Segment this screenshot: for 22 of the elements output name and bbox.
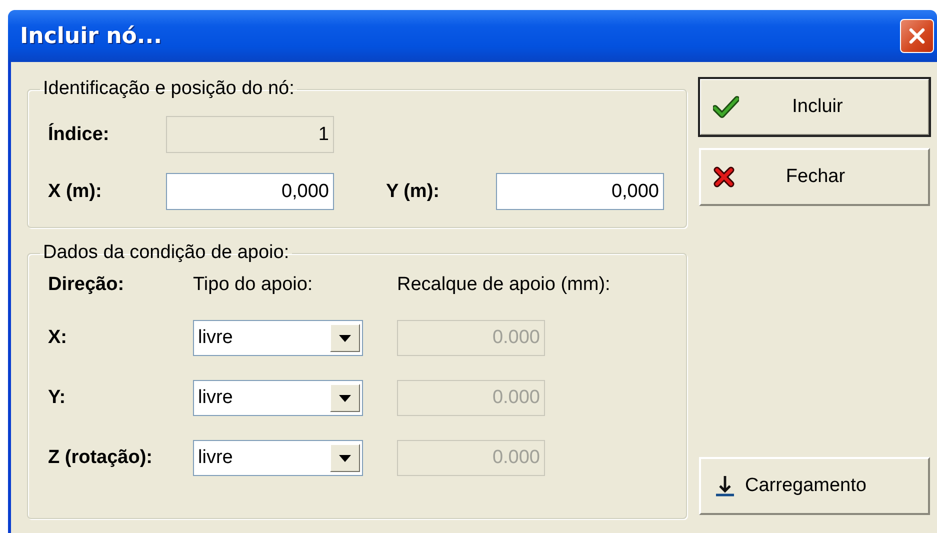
field-label: Y (m): bbox=[386, 180, 440, 202]
x-field[interactable]: 0,000 bbox=[166, 173, 334, 210]
group-legend: Dados da condição de apoio: bbox=[40, 242, 292, 264]
close-icon bbox=[908, 27, 926, 45]
row-label: X: bbox=[48, 327, 68, 349]
close-dialog-button[interactable]: Fechar bbox=[699, 148, 930, 206]
field-label: X (m): bbox=[48, 180, 103, 202]
checkmark-icon bbox=[713, 96, 739, 118]
y-field[interactable]: 0,000 bbox=[496, 173, 664, 210]
group-legend: Identificação e posição do nó: bbox=[40, 78, 298, 100]
x-mark-icon bbox=[713, 166, 735, 188]
row-label: Z (rotação): bbox=[48, 447, 154, 469]
column-header: Tipo do apoio: bbox=[193, 274, 314, 296]
column-header: Recalque de apoio (mm): bbox=[397, 274, 610, 296]
load-button[interactable]: Carregamento bbox=[699, 457, 930, 515]
close-button[interactable] bbox=[900, 19, 934, 53]
field-label: Índice: bbox=[48, 124, 110, 146]
down-arrow-icon bbox=[713, 474, 737, 498]
include-button[interactable]: Incluir bbox=[699, 78, 930, 136]
column-header: Direção: bbox=[48, 274, 126, 296]
window-title: Incluir nó... bbox=[20, 24, 162, 48]
row-label: Y: bbox=[48, 387, 67, 409]
